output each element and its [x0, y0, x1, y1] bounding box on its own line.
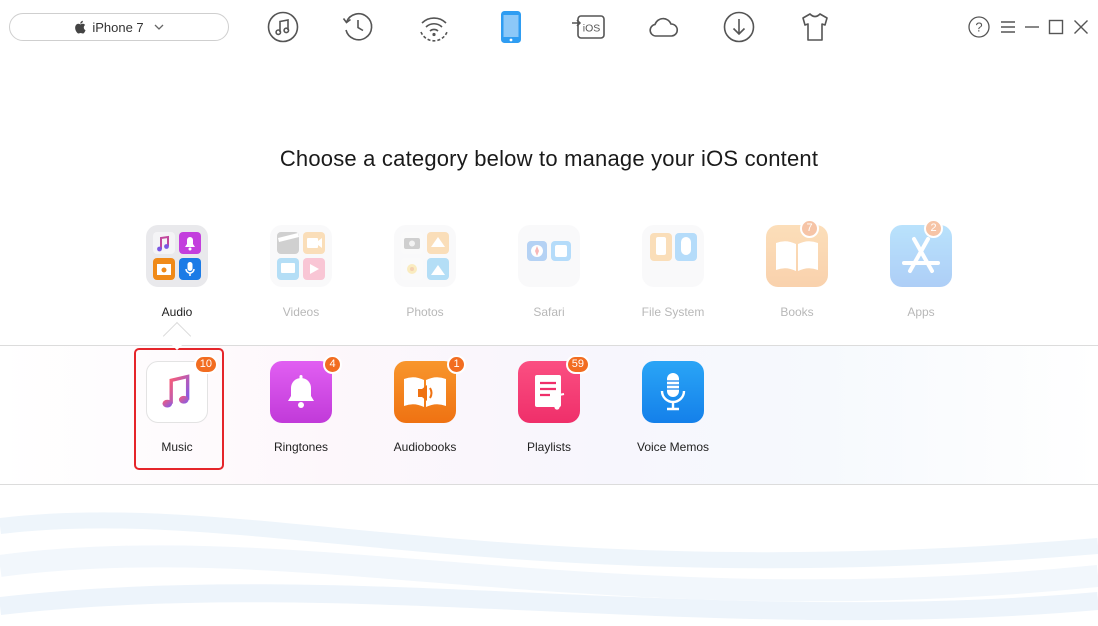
photos-category-icon [394, 225, 456, 287]
chevron-down-icon [154, 24, 164, 30]
ios-mover-button[interactable]: iOS [570, 9, 606, 45]
category-label: Apps [907, 305, 935, 319]
svg-text:?: ? [975, 20, 982, 35]
subcategory-label: Voice Memos [636, 440, 710, 454]
audio-category-icon [146, 225, 208, 287]
minimize-icon [1025, 26, 1039, 28]
audiobooks-badge: 1 [447, 355, 466, 374]
subcategory-ringtones[interactable]: 4 Ringtones [246, 355, 356, 454]
help-button[interactable]: ? [968, 16, 990, 38]
subcategory-label: Audiobooks [393, 440, 457, 454]
device-manager-button[interactable] [493, 9, 529, 45]
safari-category-icon [518, 225, 580, 287]
subcategory-voice-memos[interactable]: Voice Memos [618, 361, 728, 454]
wifi-sync-button[interactable] [416, 9, 452, 45]
voice-memos-icon [642, 361, 704, 423]
subcategory-label: Ringtones [273, 440, 329, 454]
menu-icon [1001, 21, 1015, 33]
maximize-button[interactable] [1045, 16, 1067, 38]
shirt-icon [802, 13, 828, 41]
downloader-button[interactable] [721, 9, 757, 45]
subcategory-label: Playlists [526, 440, 571, 454]
cloud-icon [649, 17, 679, 37]
playlists-badge: 59 [565, 355, 590, 374]
books-category-icon [766, 225, 828, 287]
music-note-icon [267, 11, 299, 43]
download-icon [723, 11, 755, 43]
category-label: Safari [533, 305, 565, 319]
category-safari[interactable]: Safari [499, 225, 599, 319]
wifi-icon [420, 17, 448, 42]
icloud-manager-button[interactable] [645, 9, 681, 45]
category-file-system[interactable]: File System [623, 225, 723, 319]
history-clock-icon [342, 12, 373, 41]
videos-category-icon [270, 225, 332, 287]
help-icon: ? [968, 16, 990, 38]
ringtones-badge: 4 [323, 355, 342, 374]
ios-text: iOS [583, 23, 601, 35]
category-label: Videos [282, 305, 320, 319]
apple-icon [75, 20, 86, 34]
backup-history-button[interactable] [340, 9, 376, 45]
category-audio[interactable]: Audio [127, 225, 227, 319]
device-name: iPhone 7 [92, 19, 144, 35]
background-waves [0, 512, 1098, 621]
to-ios-icon: iOS [572, 15, 605, 39]
books-badge: 7 [800, 219, 819, 238]
subcategory-playlists[interactable]: 59 Playlists [494, 355, 604, 454]
subcategory-audiobooks[interactable]: 1 Audiobooks [370, 355, 480, 454]
subcategory-music[interactable]: 10 Music [122, 355, 232, 454]
subcategory-label: Music [161, 440, 193, 454]
menu-button[interactable] [997, 16, 1019, 38]
category-label: Audio [161, 305, 193, 319]
category-label: File System [641, 305, 705, 319]
maximize-icon [1048, 19, 1064, 35]
category-videos[interactable]: Videos [251, 225, 351, 319]
ringtones-icon [270, 361, 332, 423]
music-badge: 10 [193, 355, 218, 374]
device-selector[interactable]: iPhone 7 [9, 13, 229, 41]
audio-subcategory-panel: 10 Music 4 Ringtones 1 Audiobooks 59 Pla… [0, 345, 1098, 485]
music-transfer-button[interactable] [265, 9, 301, 45]
page-title: Choose a category below to manage your i… [279, 146, 819, 171]
apps-category-icon [890, 225, 952, 287]
category-photos[interactable]: Photos [375, 225, 475, 319]
apps-badge: 2 [924, 219, 943, 238]
file-system-category-icon [642, 225, 704, 287]
category-books[interactable]: 7 Books [747, 219, 847, 319]
close-icon [1074, 20, 1088, 34]
minimize-button[interactable] [1021, 16, 1043, 38]
category-label: Photos [406, 305, 444, 319]
audiobooks-icon [394, 361, 456, 423]
close-button[interactable] [1070, 16, 1092, 38]
category-apps[interactable]: 2 Apps [871, 219, 971, 319]
ringtone-maker-button[interactable] [797, 9, 833, 45]
category-label: Books [780, 305, 814, 319]
phone-icon [501, 11, 521, 43]
